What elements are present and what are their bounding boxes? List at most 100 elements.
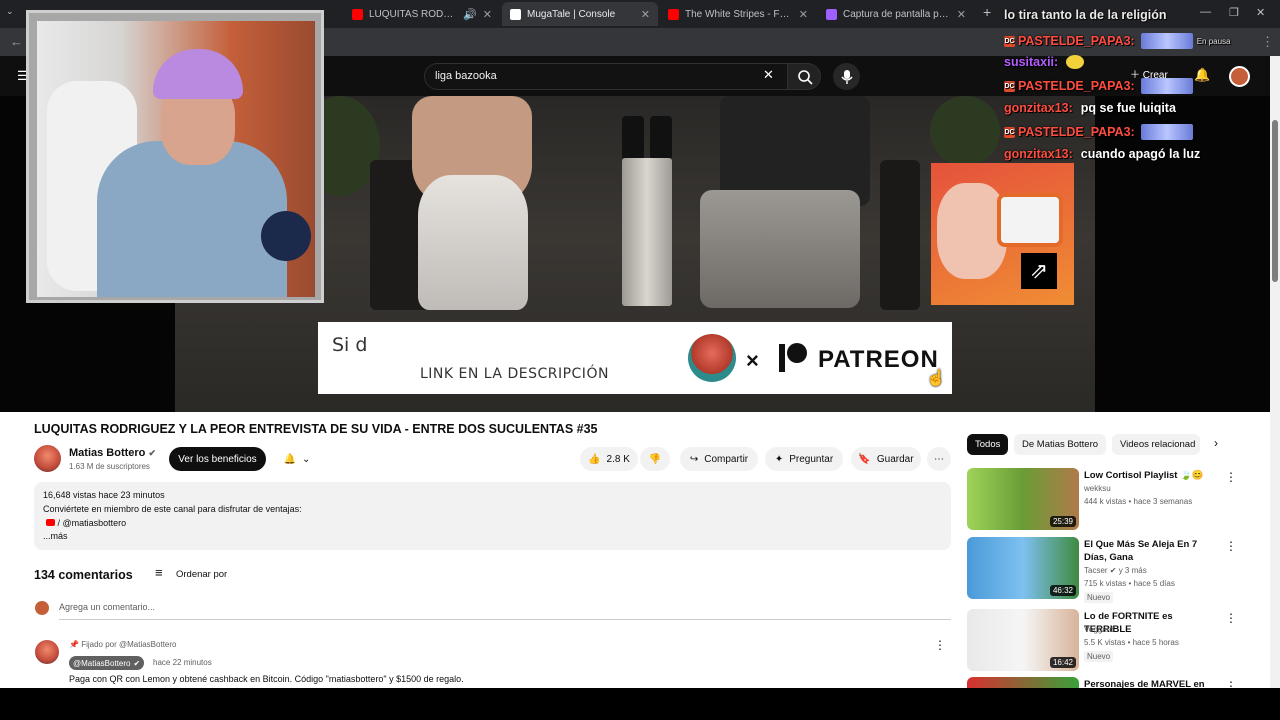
video-menu-icon[interactable]: ⋮	[1225, 611, 1237, 625]
tab-title: Captura de pantalla por Lightsl	[843, 8, 951, 20]
related-video[interactable]: 46:32 El Que Más Se Aleja En 7 Días, Gan…	[967, 537, 1257, 603]
video-channel: Tacser ✔ y 3 más	[1084, 566, 1147, 575]
channel-avatar[interactable]	[34, 445, 61, 472]
show-more-link[interactable]: ...más	[43, 531, 68, 541]
video-title: El Que Más Se Aleja En 7 Días, Gana	[1084, 539, 1198, 563]
notifications-dropdown[interactable]: 🔔 ⌄	[275, 447, 319, 471]
chat-message: gonzitax13: cuando apagó la luz	[1004, 147, 1200, 161]
sort-by-button[interactable]: Ordenar por	[176, 569, 227, 580]
external-link-icon[interactable]: ⇗	[1021, 253, 1057, 289]
chip-from-channel[interactable]: De Matias Bottero	[1014, 434, 1107, 455]
pinned-label: 📌 Fijado por @MatiasBottero	[69, 640, 176, 649]
chat-message: DC PASTELDE_PAPA3: En pausa	[1004, 33, 1231, 49]
chat-text: pq se fue luiqita	[1080, 101, 1176, 115]
comment-menu-icon[interactable]: ⋮	[934, 638, 946, 652]
like-count: 2.8 K	[606, 453, 630, 465]
comment-time: hace 22 minutos	[153, 658, 212, 667]
chat-username: susitaxii:	[1004, 55, 1059, 69]
video-menu-icon[interactable]: ⋮	[1225, 470, 1237, 484]
browser-menu-icon[interactable]: ⋮	[1261, 34, 1274, 50]
voice-search-button[interactable]	[833, 63, 860, 90]
video-thumbnail: 46:32	[967, 537, 1079, 599]
ask-button[interactable]: ✦ Preguntar	[765, 447, 843, 471]
minimize-icon[interactable]: —	[1200, 6, 1211, 18]
back-icon[interactable]: ←	[10, 34, 23, 49]
maximize-icon[interactable]: ❐	[1229, 6, 1239, 19]
account-avatar[interactable]	[1229, 66, 1250, 87]
scrollbar-thumb[interactable]	[1272, 120, 1278, 282]
ask-label: Preguntar	[789, 453, 834, 465]
more-actions-button[interactable]: ⋯	[927, 447, 951, 471]
like-button[interactable]: 👍 2.8 K	[580, 447, 638, 471]
share-icon: ↪	[689, 453, 699, 465]
browser-tab-active[interactable]: MugaTale | Console ✕	[502, 2, 658, 26]
share-label: Compartir	[704, 453, 749, 465]
related-video[interactable]: 25:39 Low Cortisol Playlist 🍃😊 wekksu 44…	[967, 468, 1257, 530]
related-video[interactable]: 16:42 Lo de FORTNITE es TERRIBLE Voggard…	[967, 609, 1257, 671]
benefits-button[interactable]: Ver los beneficios	[169, 447, 266, 471]
pinned-comment-avatar[interactable]	[35, 640, 59, 664]
beanie	[153, 49, 243, 99]
notifications-bell-icon[interactable]: 🔔	[1194, 67, 1210, 83]
description-box[interactable]: 16,648 vistas hace 23 minutos Conviértet…	[34, 482, 951, 550]
new-tab-button[interactable]: +	[983, 4, 991, 20]
channel-name[interactable]: Matias Bottero ✔	[69, 447, 156, 459]
close-tab-icon[interactable]: ✕	[799, 8, 808, 21]
dislike-button[interactable]: 👎	[640, 447, 670, 471]
banner-link-text: LINK EN LA DESCRIPCIÓN	[420, 366, 609, 382]
video-meta: 444 k vistas • hace 3 semanas	[1084, 497, 1193, 506]
close-tab-icon[interactable]: ✕	[957, 8, 966, 21]
related-video[interactable]: Personajes de MARVEL en ⋮	[967, 677, 1257, 688]
search-input[interactable]: liga bazooka	[424, 63, 788, 90]
video-title: Personajes de MARVEL en	[1084, 679, 1205, 688]
duration-badge: 25:39	[1049, 516, 1076, 527]
speaker-icon: 🔊	[463, 8, 477, 21]
tab-title: LUQUITAS RODRIGUEZ Y LA	[369, 8, 457, 20]
pin-icon: 📌	[69, 640, 79, 649]
video-channel: wekksu	[1084, 484, 1111, 493]
description-link[interactable]: / @matiasbottero	[46, 518, 126, 528]
youtube-favicon-icon	[668, 8, 679, 20]
chevron-right-icon[interactable]: ›	[1214, 436, 1218, 450]
tab-list-button[interactable]: ⌄	[6, 6, 20, 20]
chair-right	[880, 160, 920, 310]
save-button[interactable]: 🔖 Guardar	[851, 447, 921, 471]
share-button[interactable]: ↪ Compartir	[680, 447, 758, 471]
video-title: Low Cortisol Playlist 🍃😊	[1084, 470, 1204, 481]
browser-tab[interactable]: LUQUITAS RODRIGUEZ Y LA 🔊 ✕	[344, 2, 500, 26]
youtube-small-icon	[46, 519, 55, 526]
sort-icon[interactable]: ≡	[155, 565, 163, 580]
tab-title: MugaTale | Console	[527, 8, 616, 20]
chat-message: DC PASTELDE_PAPA3:	[1004, 78, 1193, 94]
pinned-by-text: Fijado por @MatiasBottero	[81, 640, 177, 649]
thumbs-up-icon: 👍	[588, 453, 601, 465]
patreon-logo-icon	[779, 343, 807, 372]
lightshot-favicon-icon	[826, 8, 837, 20]
chip-related[interactable]: Videos relacionad	[1112, 434, 1200, 455]
video-menu-icon[interactable]: ⋮	[1225, 539, 1237, 553]
add-comment-input[interactable]: Agrega un comentario...	[59, 602, 951, 620]
emote-icon	[1140, 124, 1193, 140]
chat-text: lo tira tanto la de la religión	[1004, 8, 1167, 22]
search-button[interactable]	[787, 63, 821, 90]
chip-all[interactable]: Todos	[967, 434, 1009, 455]
close-window-icon[interactable]: ✕	[1256, 6, 1265, 19]
emote-icon	[1140, 33, 1193, 49]
browser-tab[interactable]: Captura de pantalla por Lightsl ✕	[818, 2, 974, 26]
guest-left-boots	[418, 175, 528, 310]
plant-right	[930, 96, 1000, 166]
clear-search-icon[interactable]: ✕	[763, 67, 774, 83]
chat-username: PASTELDE_PAPA3:	[1018, 34, 1135, 48]
microphone	[261, 211, 311, 261]
guest-right-pants	[700, 190, 860, 308]
close-tab-icon[interactable]: ✕	[483, 8, 492, 21]
browser-tab[interactable]: The White Stripes - Fell In Love ✕	[660, 2, 816, 26]
cartoon-tv	[997, 193, 1063, 247]
verified-icon: ✔	[133, 658, 141, 668]
comment-author-name: @MatiasBottero	[73, 658, 131, 668]
chat-username: PASTELDE_PAPA3:	[1018, 125, 1135, 139]
comment-author[interactable]: @MatiasBottero ✔	[69, 656, 145, 670]
close-tab-icon[interactable]: ✕	[641, 8, 650, 21]
video-menu-icon[interactable]: ⋮	[1225, 679, 1237, 688]
chat-text: cuando apagó la luz	[1080, 147, 1201, 161]
